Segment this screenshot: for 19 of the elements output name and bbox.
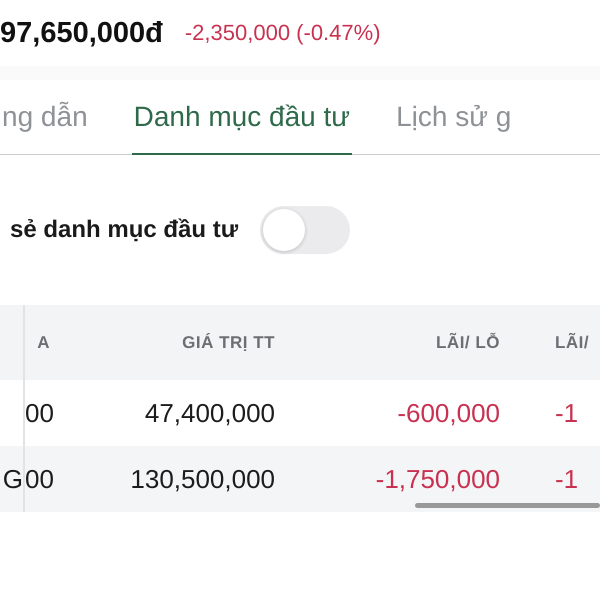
balance-change: -2,350,000 (-0.47%) [184,20,381,46]
tab[interactable]: Danh mục đầu tư [132,80,352,155]
table-cell-text: 47,400,000 [144,398,275,428]
tab[interactable]: ng dẫn [0,80,90,155]
table-cell-text: -1 [554,464,580,494]
column-header: LÃI/ LỖ [435,332,500,352]
table-cell-text: -1,750,000 [374,464,500,494]
column-header: A [36,332,50,352]
table-cell-text: -1 [554,398,580,428]
horizontal-scrollbar[interactable] [415,503,600,508]
balance-amount: 97,650,000đ [0,16,163,50]
share-portfolio-label: sẻ danh mục đầu tư [9,216,238,244]
column-header: LÃI/ [554,332,590,352]
table-cell-text: -600,000 [396,398,500,428]
toggle-switch[interactable] [260,206,350,254]
tab[interactable]: Lịch sử g [394,80,514,155]
table-cell-text: 130,500,000 [129,464,275,494]
column-header: GIÁ TRỊ TT [181,332,275,352]
table-cell: G [2,464,23,494]
